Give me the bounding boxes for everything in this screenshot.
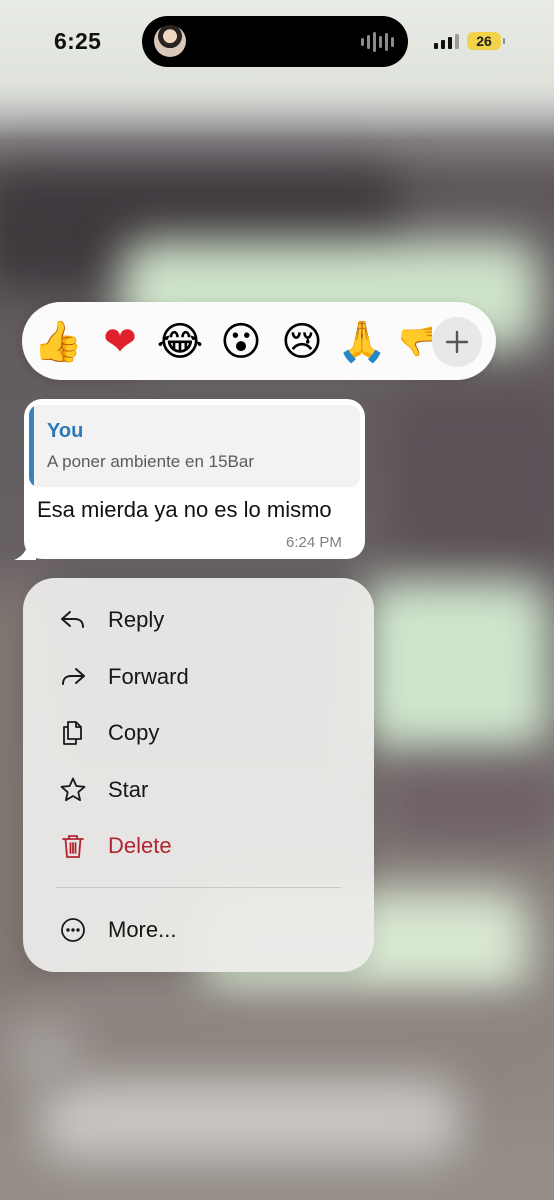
menu-item-more[interactable]: More... [23,902,374,958]
quoted-reply[interactable]: You A poner ambiente en 15Bar [29,405,360,487]
menu-label-more: More... [108,917,177,942]
quote-author: You [47,420,84,442]
contact-avatar [154,25,186,57]
menu-label-copy: Copy [108,720,160,745]
star-icon [60,777,86,802]
add-reaction-button[interactable] [432,317,482,367]
forward-icon [62,668,85,685]
menu-item-forward[interactable]: Forward [23,649,374,705]
quote-accent-bar [29,405,34,487]
reaction-laughing[interactable]: 😂 [155,317,205,367]
reaction-heart[interactable]: ❤ [95,317,145,367]
menu-label-forward: Forward [108,664,189,689]
quote-text: A poner ambiente en 15Bar [47,452,254,471]
plus-icon [445,330,469,354]
menu-item-reply[interactable]: Reply [23,592,374,648]
menu-label-reply: Reply [108,607,165,632]
copy-icon [63,721,82,745]
dynamic-island[interactable] [142,16,408,67]
menu-label-star: Star [108,777,149,802]
battery-level: 26 [476,33,492,49]
reaction-surprised[interactable]: 😮 [216,317,266,367]
reaction-thumbs-up[interactable]: 👍 [33,317,83,367]
menu-divider [56,887,341,888]
more-icon [61,918,85,942]
reaction-pray[interactable]: 🙏 [337,317,387,367]
menu-item-copy[interactable]: Copy [23,705,374,761]
reaction-hand[interactable]: 🫳 [398,317,432,367]
status-time: 6:25 [54,28,102,54]
menu-item-star[interactable]: Star [23,762,374,818]
message-context-menu: Reply Forward Copy Star Delete More... [23,578,374,972]
message-timestamp: 6:24 PM [286,534,342,551]
reply-icon [61,611,84,628]
reaction-crying[interactable]: 😢 [277,317,327,367]
trash-icon [62,835,84,858]
audio-waveform-icon [361,32,394,52]
battery-indicator: 26 [467,32,505,50]
menu-item-delete[interactable]: Delete [23,818,374,874]
cellular-signal-icon [434,34,459,49]
message-text: Esa mierda ya no es lo mismo [37,497,332,522]
menu-label-delete: Delete [108,833,172,858]
